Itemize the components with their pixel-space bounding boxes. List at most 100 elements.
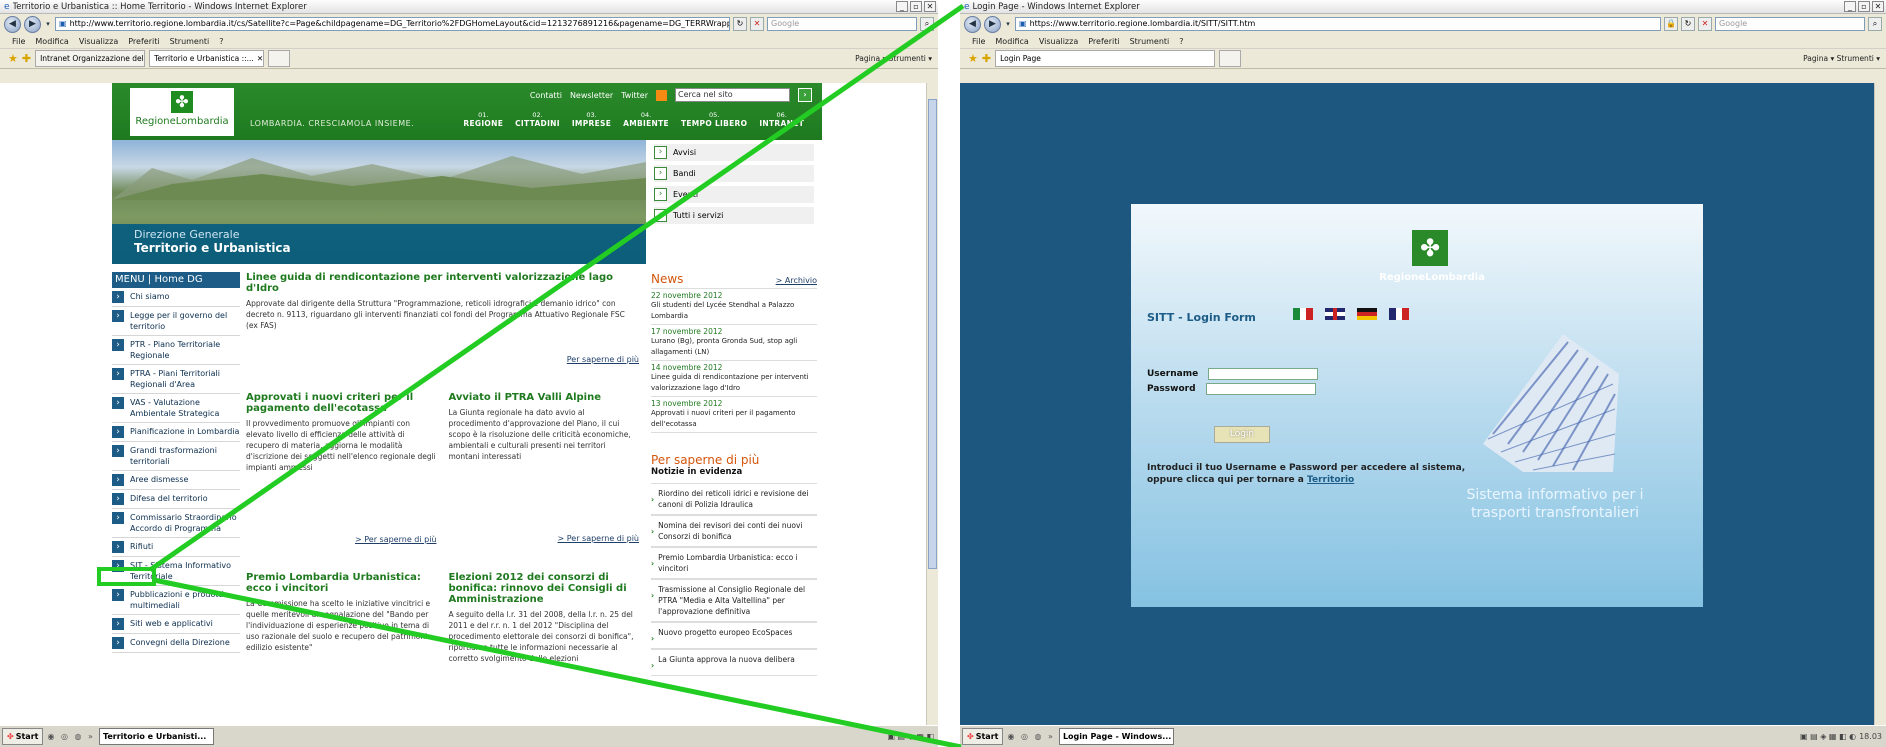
psp-item[interactable]: › Nomina dei revisori dei conti dei nuovi…	[651, 515, 817, 547]
menu-item-ptr[interactable]: › PTR - Piano Territoriale Regionale	[112, 336, 240, 365]
search-icon[interactable]: ⌕	[1868, 17, 1882, 31]
start-button[interactable]: ✤ Start	[2, 728, 44, 745]
stop-icon[interactable]: ✕	[750, 17, 764, 31]
link-twitter[interactable]: Twitter	[621, 91, 648, 100]
close-icon[interactable]: ✕	[1872, 1, 1884, 12]
refresh-icon[interactable]: ↻	[733, 17, 747, 31]
flag-france-icon[interactable]	[1389, 308, 1410, 320]
menu-file[interactable]: File	[972, 37, 985, 46]
menu-item-commissario[interactable]: › Commissario Straordinario Accordo di Pr…	[112, 509, 240, 538]
archive-link[interactable]: > Archivio	[776, 276, 817, 285]
territorio-link[interactable]: Territorio	[1307, 475, 1354, 485]
scroll-thumb[interactable]	[928, 99, 937, 569]
back-icon[interactable]: ◀	[964, 15, 981, 33]
menu-help[interactable]: ?	[1179, 37, 1183, 46]
history-dropdown-icon[interactable]: ▾	[1004, 20, 1012, 28]
tab-close-icon[interactable]: ✕	[257, 51, 263, 66]
left-command-bar[interactable]: Pagina ▾ Strumenti ▾	[855, 54, 938, 63]
nav-tempo-libero[interactable]: 05. TEMPO LIBERO	[681, 111, 747, 128]
psp-item[interactable]: › Nuovo progetto europeo EcoSpaces	[651, 622, 817, 649]
menu-preferiti[interactable]: Preferiti	[1088, 37, 1119, 46]
right-vertical-scrollbar[interactable]	[1874, 83, 1886, 725]
menu-item-legge[interactable]: › Legge per il governo del territorio	[112, 307, 240, 336]
add-favorite-icon[interactable]: ✚	[22, 52, 31, 65]
back-icon[interactable]: ◀	[4, 15, 21, 33]
news-item[interactable]: 13 novembre 2012 Approvati i nuovi criter…	[651, 397, 817, 433]
article-title[interactable]: Elezioni 2012 dei consorzi di bonifica: …	[449, 572, 640, 605]
site-search-button[interactable]: ›	[798, 88, 812, 102]
lock-icon[interactable]: 🔒	[1664, 17, 1678, 31]
menu-item-siti-web[interactable]: › Siti web e applicativi	[112, 615, 240, 634]
menu-item-difesa[interactable]: › Difesa del territorio	[112, 490, 240, 509]
menu-header[interactable]: MENU | Home DG	[112, 272, 240, 288]
lead-title[interactable]: Linee guida di rendicontazione per inter…	[246, 272, 639, 294]
forward-icon[interactable]: ▶	[984, 15, 1001, 33]
menu-item-rifiuti[interactable]: › Rifiuti	[112, 538, 240, 557]
flag-uk-icon[interactable]	[1325, 308, 1345, 320]
maximize-icon[interactable]: ▫	[1858, 1, 1870, 12]
nav-intranet[interactable]: 06. INTRANET	[759, 111, 804, 128]
psp-item[interactable]: › Trasmissione al Consiglio Regionale del…	[651, 579, 817, 622]
favorites-star-icon[interactable]: ★	[968, 52, 978, 65]
menu-modifica[interactable]: Modifica	[995, 37, 1028, 46]
flag-italy-icon[interactable]	[1293, 308, 1314, 320]
article-title[interactable]: Approvati i nuovi criteri per il pagamen…	[246, 392, 437, 414]
menu-item-aree-dismesse[interactable]: › Aree dismesse	[112, 471, 240, 490]
left-search-input[interactable]: Google	[767, 17, 917, 31]
psp-item[interactable]: › La Giunta approva la nuova delibera	[651, 649, 817, 676]
quick-bandi[interactable]: › Bandi	[654, 165, 814, 182]
nav-cittadini[interactable]: 02. CITTADINI	[515, 111, 560, 128]
right-url-field[interactable]: ▣ https://www.territorio.regione.lombardi…	[1015, 17, 1661, 31]
username-field[interactable]	[1208, 368, 1318, 380]
quick-avvisi[interactable]: › Avvisi	[654, 144, 814, 161]
link-contatti[interactable]: Contatti	[530, 91, 562, 100]
menu-file[interactable]: File	[12, 37, 25, 46]
taskbar-item-territorio[interactable]: Territorio e Urbanisti...	[98, 728, 214, 745]
menu-item-chi-siamo[interactable]: › Chi siamo	[112, 288, 240, 307]
favorites-star-icon[interactable]: ★	[8, 52, 18, 65]
quicklaunch-icons[interactable]: ◉ ◎ ◍ »	[47, 732, 94, 741]
menu-item-convegni[interactable]: › Convegni della Direzione	[112, 634, 240, 653]
article-more-link[interactable]: > Per saperne di più	[449, 534, 639, 543]
article-more-link[interactable]: > Per saperne di più	[246, 535, 437, 544]
search-icon[interactable]: ⌕	[920, 17, 934, 31]
password-field[interactable]	[1206, 383, 1316, 395]
start-button[interactable]: ✤ Start	[962, 728, 1004, 745]
flag-germany-icon[interactable]	[1357, 308, 1377, 320]
menu-item-vas[interactable]: › VAS - Valutazione Ambientale Strategica	[112, 394, 240, 423]
tab-intranet[interactable]: Intranet Organizzazione del ...	[35, 50, 146, 67]
news-item[interactable]: 17 novembre 2012 Lurano (Bg), pronta Gron…	[651, 325, 817, 361]
menu-visualizza[interactable]: Visualizza	[1039, 37, 1078, 46]
refresh-icon[interactable]: ↻	[1681, 17, 1695, 31]
quicklaunch-icons[interactable]: ◉ ◎ ◍ »	[1007, 732, 1054, 741]
quick-tutti-servizi[interactable]: › Tutti i servizi	[654, 207, 814, 224]
nav-imprese[interactable]: 03. IMPRESE	[572, 111, 611, 128]
link-newsletter[interactable]: Newsletter	[570, 91, 613, 100]
article-title[interactable]: Avviato il PTRA Valli Alpine	[449, 392, 640, 403]
menu-item-pianificazione[interactable]: › Pianificazione in Lombardia	[112, 423, 240, 442]
site-search-input[interactable]: Cerca nel sito	[675, 88, 790, 102]
new-tab-button[interactable]	[1219, 50, 1242, 67]
menu-preferiti[interactable]: Preferiti	[128, 37, 159, 46]
right-command-bar[interactable]: Pagina ▾ Strumenti ▾	[1803, 54, 1886, 63]
forward-icon[interactable]: ▶	[24, 15, 41, 33]
rss-icon[interactable]	[656, 89, 667, 101]
news-item[interactable]: 14 novembre 2012 Linee guida di rendicont…	[651, 361, 817, 397]
menu-item-pubblicazioni[interactable]: › Pubblicazioni e prodotti multimediali	[112, 586, 240, 615]
stop-icon[interactable]: ✕	[1698, 17, 1712, 31]
login-button[interactable]: Login	[1214, 426, 1270, 443]
nav-ambiente[interactable]: 04. AMBIENTE	[623, 111, 669, 128]
tab-territorio[interactable]: Territorio e Urbanistica ::... ✕	[149, 50, 265, 67]
menu-item-ptra[interactable]: › PTRA - Piani Territoriali Regionali d'A…	[112, 365, 240, 394]
left-vertical-scrollbar[interactable]	[926, 83, 938, 725]
minimize-icon[interactable]: _	[896, 1, 908, 12]
tab-login-page[interactable]: Login Page	[995, 50, 1216, 67]
new-tab-button[interactable]	[268, 50, 291, 67]
news-item[interactable]: 22 novembre 2012 Gli studenti del Lycée S…	[651, 289, 817, 325]
close-icon[interactable]: ✕	[924, 1, 936, 12]
right-search-input[interactable]: Google	[1715, 17, 1865, 31]
menu-visualizza[interactable]: Visualizza	[79, 37, 118, 46]
regione-logo[interactable]: ✤ RegioneLombardia	[130, 88, 234, 136]
menu-help[interactable]: ?	[219, 37, 223, 46]
add-favorite-icon[interactable]: ✚	[982, 52, 991, 65]
